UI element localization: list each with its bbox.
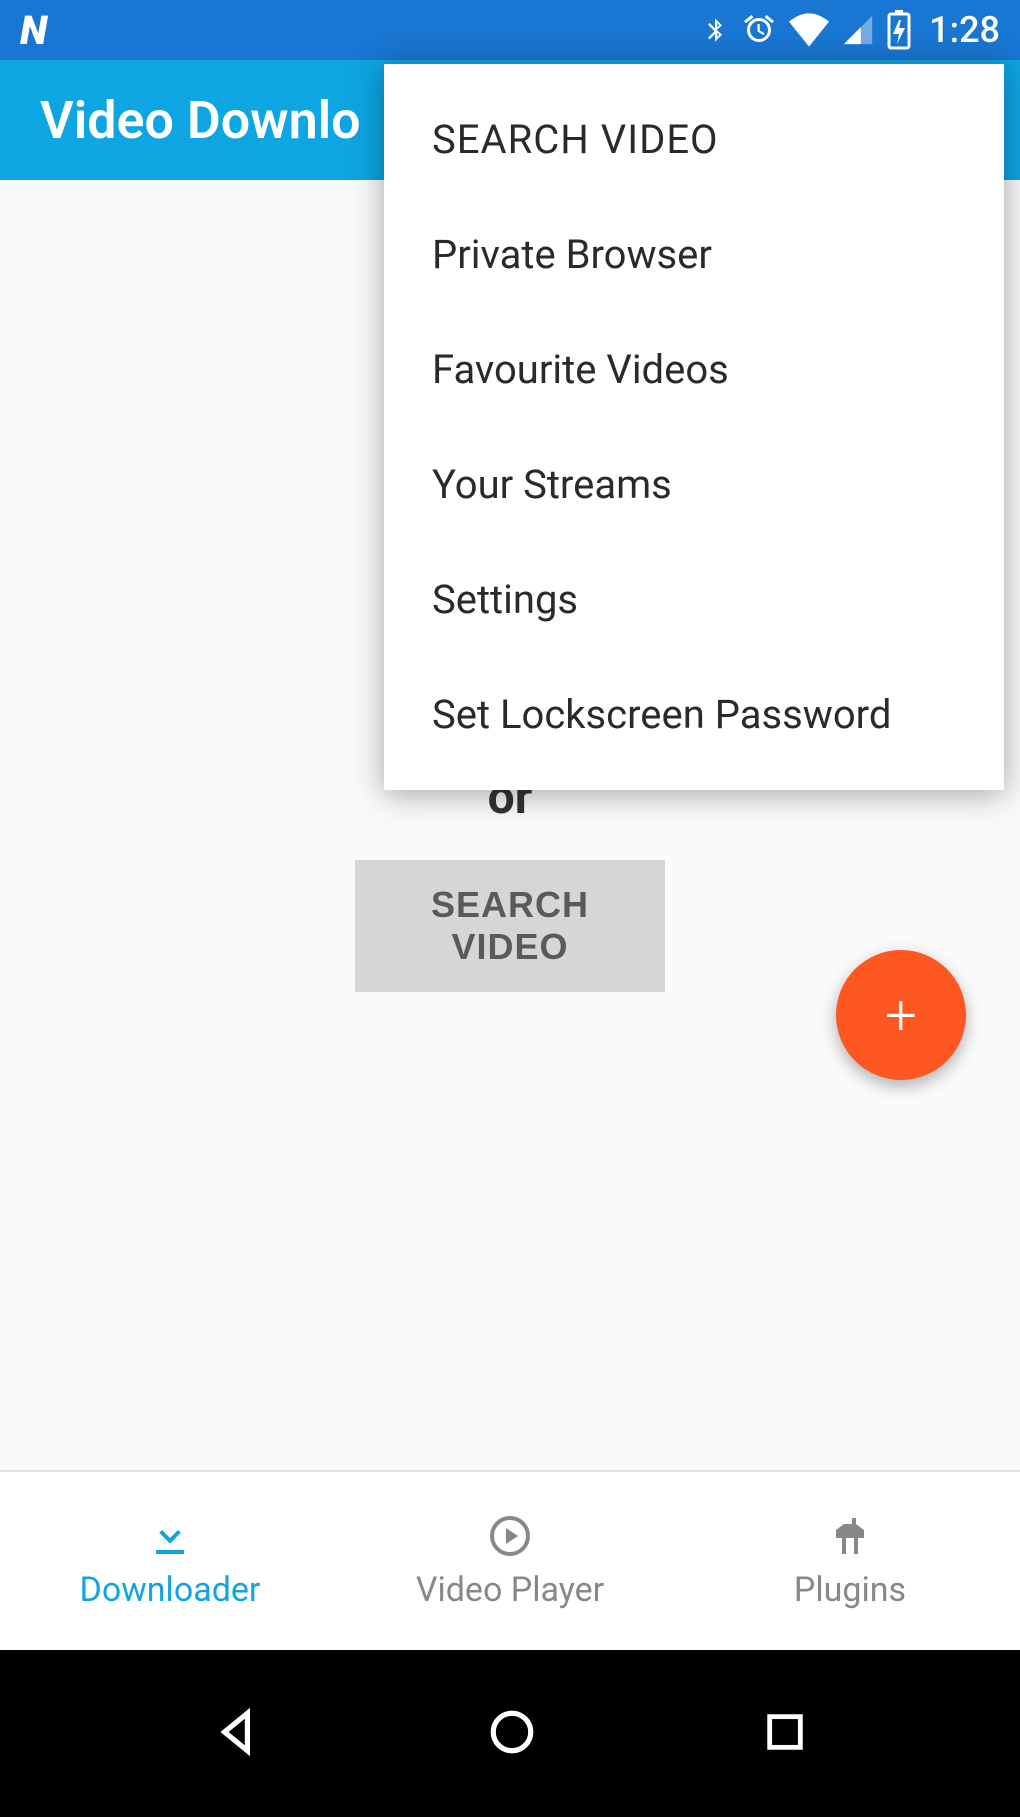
- nav-label: Video Player: [416, 1570, 604, 1610]
- back-button[interactable]: [212, 1707, 262, 1761]
- app-title: Video Downlo: [40, 90, 361, 151]
- download-icon: [146, 1512, 194, 1560]
- nav-downloader[interactable]: Downloader: [0, 1472, 340, 1650]
- system-nav-bar: [0, 1650, 1020, 1817]
- nav-label: Downloader: [80, 1570, 261, 1610]
- play-circle-icon: [486, 1512, 534, 1560]
- battery-icon: [887, 10, 911, 50]
- recent-apps-button[interactable]: [762, 1709, 808, 1759]
- bottom-nav: Downloader Video Player Plugins: [0, 1470, 1020, 1650]
- menu-item-your-streams[interactable]: Your Streams: [384, 427, 1004, 542]
- menu-item-private-browser[interactable]: Private Browser: [384, 197, 1004, 312]
- menu-item-settings[interactable]: Settings: [384, 542, 1004, 657]
- nav-label: Plugins: [794, 1570, 906, 1610]
- status-clock: 1:28: [929, 9, 1000, 51]
- cell-signal-icon: [841, 13, 875, 47]
- wifi-icon: [789, 13, 829, 47]
- plugin-icon: [826, 1512, 874, 1560]
- nav-plugins[interactable]: Plugins: [680, 1472, 1020, 1650]
- overflow-menu: SEARCH VIDEO Private Browser Favourite V…: [384, 64, 1004, 790]
- nav-video-player[interactable]: Video Player: [340, 1472, 680, 1650]
- bluetooth-icon: [701, 10, 729, 50]
- menu-item-favourite-videos[interactable]: Favourite Videos: [384, 312, 1004, 427]
- plus-icon: +: [885, 982, 917, 1048]
- n-logo-icon: N: [20, 7, 45, 54]
- menu-item-search-video[interactable]: SEARCH VIDEO: [384, 82, 1004, 197]
- add-fab-button[interactable]: +: [836, 950, 966, 1080]
- search-video-button[interactable]: SEARCH VIDEO: [355, 860, 665, 992]
- alarm-icon: [741, 12, 777, 48]
- status-bar: N 1:28: [0, 0, 1020, 60]
- home-button[interactable]: [487, 1707, 537, 1761]
- menu-item-lockscreen-password[interactable]: Set Lockscreen Password: [384, 657, 1004, 772]
